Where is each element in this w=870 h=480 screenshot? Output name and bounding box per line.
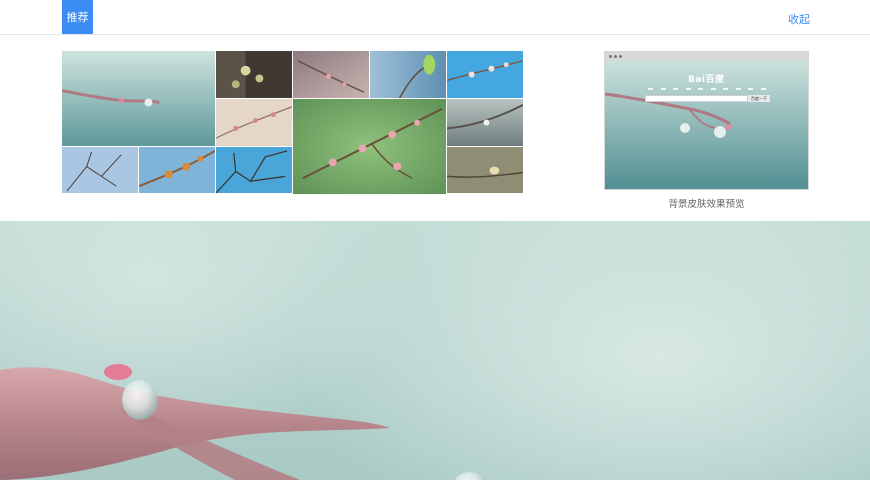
skin-thumbnail[interactable] bbox=[447, 99, 524, 147]
pink-buds-cream-image bbox=[216, 99, 292, 146]
bare-twigs-blue-image bbox=[62, 147, 138, 193]
preview-nav-links bbox=[648, 88, 766, 91]
skin-thumbnail[interactable] bbox=[293, 99, 447, 195]
raindrop-branch-teal-image bbox=[62, 51, 215, 146]
skin-thumbnail[interactable] bbox=[370, 51, 447, 99]
skin-thumbnail-grid bbox=[62, 51, 524, 195]
preview-dot-icon bbox=[619, 55, 622, 58]
preview-search-box bbox=[645, 95, 748, 102]
skin-thumbnail[interactable] bbox=[216, 99, 293, 147]
collapse-link[interactable]: 收起 bbox=[788, 11, 810, 27]
raindrop-grey-branch-image bbox=[447, 99, 523, 146]
skin-thumbnail[interactable] bbox=[216, 147, 293, 194]
preview-search-button: 百度一下 bbox=[748, 95, 770, 102]
skin-thumbnail[interactable] bbox=[62, 51, 216, 147]
skin-thumbnail[interactable] bbox=[216, 51, 293, 99]
blossom-blue-sky-image bbox=[447, 51, 523, 98]
preview-logo: Bai百度 bbox=[688, 75, 725, 85]
green-leaf-bud-blue-image bbox=[370, 51, 446, 98]
orange-buds-sky-image bbox=[139, 147, 215, 193]
skin-thumbnail[interactable] bbox=[139, 147, 216, 194]
preview-browser-bar bbox=[605, 52, 808, 61]
preview-dot-icon bbox=[609, 55, 612, 58]
skin-tab-bar: 推荐 收起 bbox=[0, 0, 870, 35]
branches-blue-sky-image bbox=[216, 147, 292, 193]
skin-thumbnail[interactable] bbox=[293, 51, 370, 99]
skin-preview: Bai百度 百度一下 bbox=[604, 51, 809, 190]
buds-dark-bark-image bbox=[216, 51, 292, 98]
pink-buds-green-large-image bbox=[293, 99, 446, 194]
preview-dot-icon bbox=[614, 55, 617, 58]
skin-thumbnail[interactable] bbox=[447, 51, 524, 99]
bird-on-branch-image bbox=[447, 147, 523, 193]
preview-caption: 背景皮肤效果预览 bbox=[668, 199, 745, 210]
tab-recommended[interactable]: 推荐 bbox=[62, 0, 93, 34]
skin-panel: 推荐 收起 Bai百度 百度一下 背景皮肤效果预览 bbox=[0, 0, 870, 221]
skin-thumbnail[interactable] bbox=[62, 147, 139, 194]
twig-pink-dusk-image bbox=[293, 51, 369, 98]
skin-thumbnail[interactable] bbox=[447, 147, 524, 194]
